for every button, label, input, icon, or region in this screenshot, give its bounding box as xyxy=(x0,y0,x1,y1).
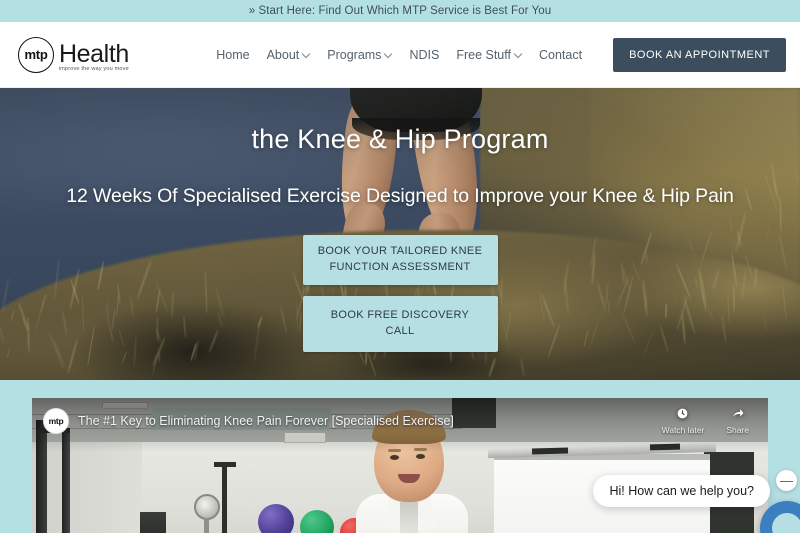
share-button[interactable]: Share xyxy=(726,407,749,435)
logo-tagline: improve the way you move xyxy=(58,66,129,72)
video-header-bar: mtp The #1 Key to Eliminating Knee Pain … xyxy=(32,398,768,444)
hero-title: the Knee & Hip Program xyxy=(251,124,549,154)
book-appointment-button[interactable]: BOOK AN APPOINTMENT xyxy=(613,37,786,72)
chat-greeting-message[interactable]: Hi! How can we help you? xyxy=(593,475,770,507)
nav-label: Free Stuff xyxy=(456,47,511,62)
video-equipment-box xyxy=(140,512,166,533)
page-root: » Start Here: Find Out Which MTP Service… xyxy=(0,0,800,533)
logo-mark-icon: mtp xyxy=(18,36,54,73)
site-header: mtp Health improve the way you move Home… xyxy=(0,22,800,88)
nav-item-programs[interactable]: Programs xyxy=(327,48,392,62)
nav-item-contact[interactable]: Contact xyxy=(539,48,582,62)
video-wall-left xyxy=(32,438,142,533)
watch-later-label: Watch later xyxy=(661,425,705,435)
presenter-eye-right xyxy=(416,454,425,459)
main-navigation: Home About Programs NDIS Free Stuff Cont… xyxy=(216,37,786,72)
chat-launcher-inner-icon xyxy=(772,513,800,533)
announcement-text[interactable]: » Start Here: Find Out Which MTP Service… xyxy=(249,5,552,17)
video-channel-avatar[interactable]: mtp xyxy=(43,408,69,434)
site-logo[interactable]: mtp Health improve the way you move xyxy=(18,36,130,73)
video-title[interactable]: The #1 Key to Eliminating Knee Pain Fore… xyxy=(78,414,454,428)
share-label: Share xyxy=(726,425,749,435)
chat-minimize-button[interactable]: — xyxy=(776,470,797,491)
chevron-down-icon xyxy=(515,51,522,58)
watch-later-button[interactable]: Watch later xyxy=(661,407,705,435)
video-actions: Watch later Share xyxy=(662,407,757,435)
hero-subtitle: 12 Weeks Of Specialised Exercise Designe… xyxy=(66,185,734,207)
video-fan-stand xyxy=(204,518,209,533)
nav-item-ndis[interactable]: NDIS xyxy=(409,48,439,62)
announcement-bar[interactable]: » Start Here: Find Out Which MTP Service… xyxy=(0,0,800,22)
book-knee-assessment-button[interactable]: BOOK YOUR TAILORED KNEE FUNCTION ASSESSM… xyxy=(302,235,498,285)
nav-label: About xyxy=(266,47,300,62)
logo-text: Health improve the way you move xyxy=(59,40,130,73)
presenter-eye-left xyxy=(390,455,399,460)
book-discovery-call-button[interactable]: BOOK FREE DISCOVERY CALL xyxy=(302,295,498,352)
nav-label: Home xyxy=(216,47,250,62)
video-section: mtp The #1 Key to Eliminating Knee Pain … xyxy=(0,380,800,533)
nav-label: NDIS xyxy=(409,47,440,62)
nav-item-free-stuff[interactable]: Free Stuff xyxy=(456,48,522,62)
video-fan xyxy=(194,494,220,520)
hero-content: the Knee & Hip Program 12 Weeks Of Speci… xyxy=(0,88,800,352)
nav-label: Contact xyxy=(538,47,583,62)
youtube-video-player[interactable]: mtp The #1 Key to Eliminating Knee Pain … xyxy=(32,398,768,533)
logo-wordmark: Health xyxy=(59,40,129,68)
nav-label: Programs xyxy=(327,47,382,62)
share-arrow-icon xyxy=(731,407,745,423)
chevron-down-icon xyxy=(303,51,310,58)
video-pole xyxy=(222,464,227,533)
nav-item-home[interactable]: Home xyxy=(216,48,249,62)
presenter-shirt-shadow xyxy=(400,502,418,533)
video-exercise-ball-purple xyxy=(258,504,294,533)
hero-cta-group: BOOK YOUR TAILORED KNEE FUNCTION ASSESSM… xyxy=(0,235,800,352)
chevron-down-icon xyxy=(385,51,392,58)
hero-section: the Knee & Hip Program 12 Weeks Of Speci… xyxy=(0,88,800,380)
nav-item-about[interactable]: About xyxy=(267,48,311,62)
clock-icon xyxy=(676,407,689,423)
